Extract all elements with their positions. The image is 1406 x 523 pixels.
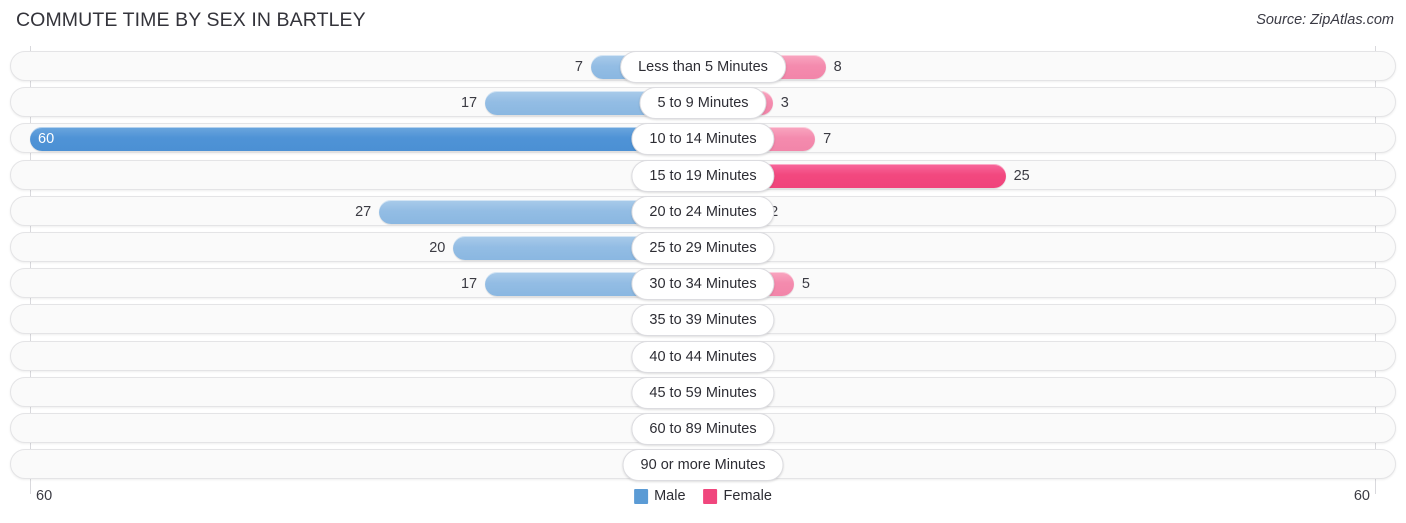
table-row[interactable]: 1090 or more Minutes bbox=[10, 449, 1396, 482]
value-label-male: 20 bbox=[429, 240, 446, 256]
table-row[interactable]: 0045 to 59 Minutes bbox=[10, 376, 1396, 409]
category-label-pill[interactable]: 5 to 9 Minutes bbox=[639, 87, 767, 120]
table-row[interactable]: 60 7 10 to 14 Minutes bbox=[10, 123, 1396, 156]
chart-legend: Male Female bbox=[634, 488, 772, 504]
chart-plot-area: 7 8 Less than 5 Minutes 17 3 5 to 9 Minutes 60… bbox=[0, 46, 1406, 494]
axis-label-right: 60 bbox=[1353, 488, 1370, 504]
chart-footer: 60 60 Male Female bbox=[0, 486, 1406, 523]
value-label-female: 7 bbox=[823, 131, 832, 148]
table-row[interactable]: 0035 to 39 Minutes bbox=[10, 304, 1396, 337]
category-label-pill[interactable]: 35 to 39 Minutes bbox=[631, 304, 775, 337]
bar-male[interactable] bbox=[30, 127, 703, 152]
category-label-pill[interactable]: 40 to 44 Minutes bbox=[631, 340, 775, 373]
category-label-pill[interactable]: 20 to 24 Minutes bbox=[631, 195, 775, 228]
table-row[interactable]: 20125 to 29 Minutes bbox=[10, 232, 1396, 264]
value-label-female: 8 bbox=[833, 59, 842, 75]
axis-label-left: 60 bbox=[36, 488, 53, 504]
table-row[interactable]: 17 5 30 to 34 Minutes bbox=[10, 268, 1396, 301]
table-row[interactable]: 17 3 5 to 9 Minutes bbox=[10, 87, 1396, 120]
legend-label: Female bbox=[723, 488, 772, 504]
category-label-pill[interactable]: 25 to 29 Minutes bbox=[631, 232, 775, 264]
source-attribution: Source: ZipAtlas.com bbox=[1256, 12, 1394, 28]
category-label-pill[interactable]: 15 to 19 Minutes bbox=[631, 159, 775, 192]
legend-swatch-icon bbox=[703, 488, 718, 504]
chart-root: COMMUTE TIME BY SEX IN BARTLEY Source: Z… bbox=[0, 0, 1406, 523]
legend-item[interactable]: Female bbox=[703, 488, 772, 504]
category-label-pill[interactable]: Less than 5 Minutes bbox=[620, 51, 786, 83]
value-label-female: 25 bbox=[1013, 167, 1030, 184]
legend-swatch-icon bbox=[634, 488, 649, 504]
value-label-male: 7 bbox=[574, 59, 583, 75]
category-label-pill[interactable]: 45 to 59 Minutes bbox=[631, 376, 775, 409]
category-label-pill[interactable]: 60 to 89 Minutes bbox=[631, 413, 775, 445]
table-row[interactable]: 02515 to 19 Minutes bbox=[10, 159, 1396, 192]
category-label-pill[interactable]: 30 to 34 Minutes bbox=[631, 268, 775, 301]
legend-item[interactable]: Male bbox=[634, 488, 686, 504]
legend-label: Male bbox=[654, 488, 686, 504]
chart-header: COMMUTE TIME BY SEX IN BARTLEY Source: Z… bbox=[0, 0, 1406, 44]
table-row[interactable]: 0040 to 44 Minutes bbox=[10, 340, 1396, 373]
value-label-male: 27 bbox=[355, 203, 372, 220]
category-label-pill[interactable]: 90 or more Minutes bbox=[622, 449, 784, 482]
table-row[interactable]: 0060 to 89 Minutes bbox=[10, 413, 1396, 445]
table-row[interactable]: 27220 to 24 Minutes bbox=[10, 195, 1396, 228]
value-label-female: 5 bbox=[801, 276, 810, 293]
value-label-male: 60 bbox=[38, 131, 55, 148]
value-label-female: 3 bbox=[780, 95, 789, 112]
value-label-male: 17 bbox=[460, 95, 478, 112]
category-label-pill[interactable]: 10 to 14 Minutes bbox=[631, 123, 775, 156]
table-row[interactable]: 7 8 Less than 5 Minutes bbox=[10, 51, 1396, 83]
value-label-male: 17 bbox=[460, 276, 478, 293]
page-title: COMMUTE TIME BY SEX IN BARTLEY bbox=[16, 9, 366, 31]
